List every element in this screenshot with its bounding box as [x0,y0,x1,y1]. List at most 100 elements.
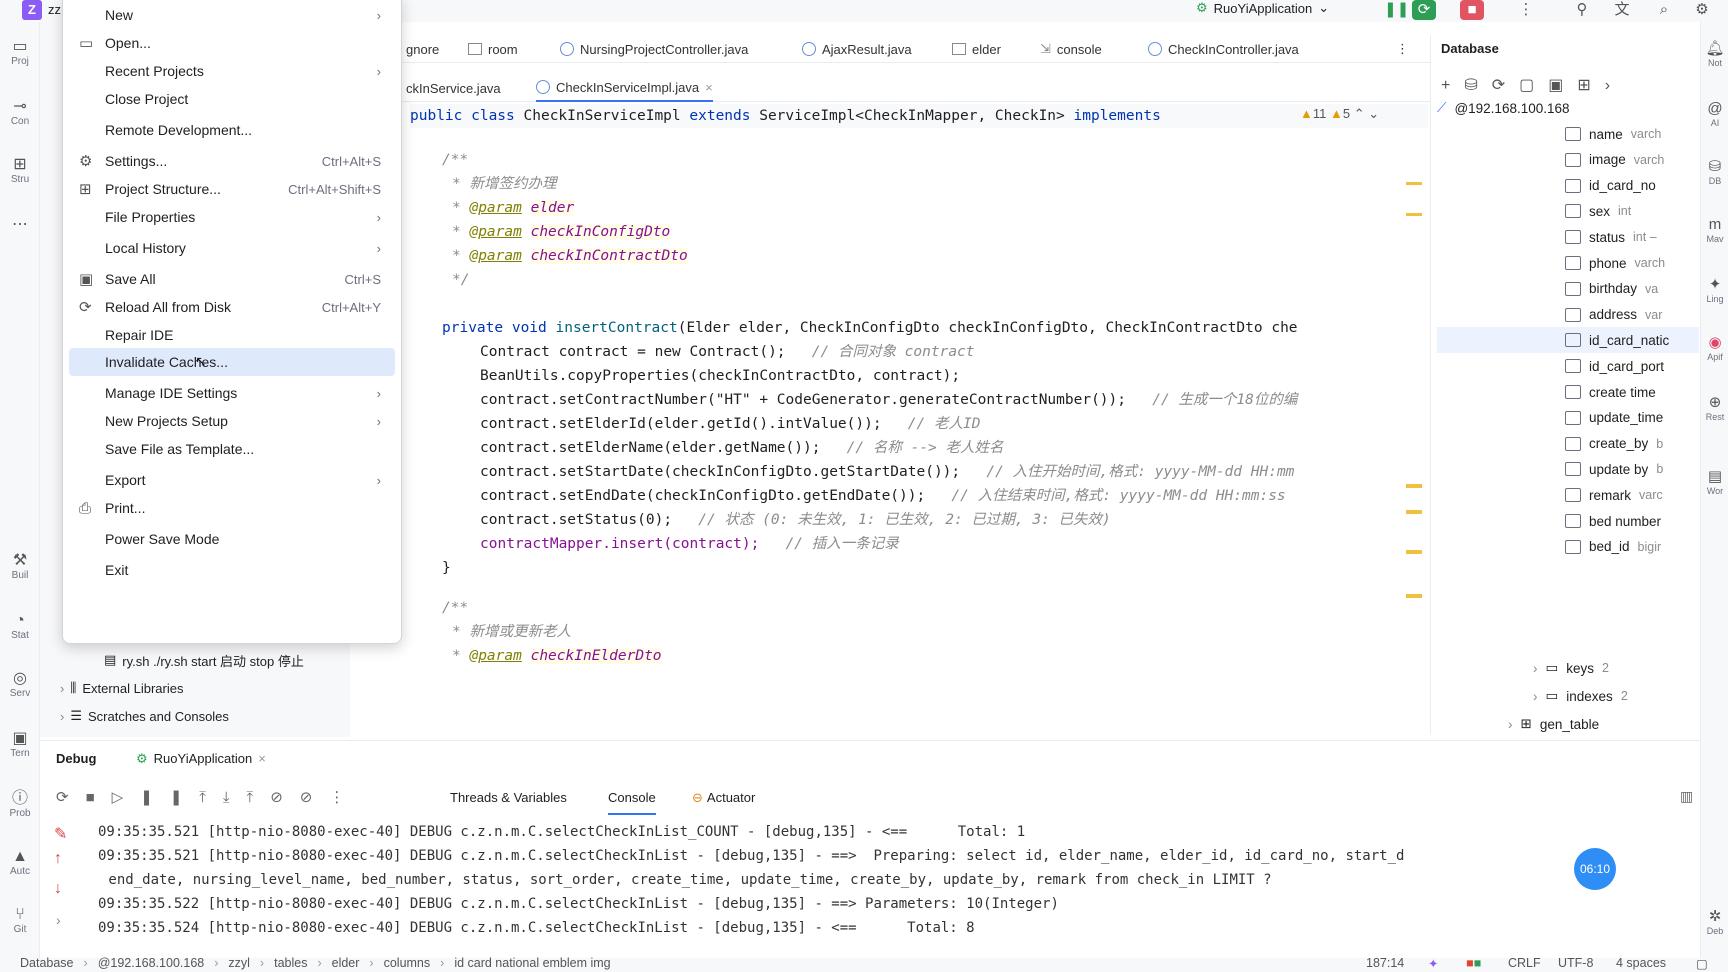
debug-button[interactable]: ⟳ [1412,0,1436,20]
tree-item-external-libraries[interactable]: › ⫼ External Libraries [60,676,183,700]
db-host[interactable]: ⟋ @192.168.100.168 [1437,95,1570,121]
breadcrumb-item[interactable]: id card national emblem img [454,956,610,970]
db-table-gen-table[interactable]: › ⊞ gen_table [1508,711,1600,737]
services-tool[interactable]: ◎ Serv [0,670,40,699]
db-column[interactable]: create_by b [1437,431,1699,457]
menu-item-new-projects-setup[interactable]: New Projects Setup › [69,407,395,435]
db-column[interactable]: address var [1437,302,1699,328]
menu-item-new[interactable]: New › [69,1,395,29]
console-output[interactable]: ✎ ↑ ↓ › 09:35:35.521 [http-nio-8080-exec… [40,818,1700,958]
db-column[interactable]: bed number [1437,508,1699,534]
db-column[interactable]: id_card_no [1437,173,1699,199]
menu-item-exit[interactable]: Exit [69,556,395,584]
menu-item-recent-projects[interactable]: Recent Projects › [69,57,395,85]
chevron-right-icon[interactable]: › [56,912,61,928]
debug-actions[interactable]: ⟳■▷❚❚⤒⤓⤒⊘⊘⋮ [56,788,361,806]
indent-setting[interactable]: 4 spaces [1616,956,1666,970]
db-tool[interactable]: ⛁ DB [1701,158,1728,186]
tab-ajax-result[interactable]: AjaxResult.java [802,35,912,63]
gear-icon[interactable]: ⚙ [1690,0,1714,20]
tab-nursing-controller[interactable]: NursingProjectController.java [560,35,748,63]
db-column[interactable]: remark varc [1437,482,1699,508]
lingma-tool[interactable]: ✦ Ling [1701,276,1728,304]
db-column[interactable]: create time [1437,379,1699,405]
translate-icon[interactable]: 文 [1610,0,1634,20]
menu-item-manage-ide-settings[interactable]: Manage IDE Settings › [69,379,395,407]
db-toolbar[interactable]: +⛁⟳▢▣⊞› [1441,75,1624,95]
notifications-tool[interactable]: 🔔︎ Not [1701,40,1728,68]
apifox-tool[interactable]: ◉ Apif [1701,334,1728,362]
code-editor[interactable]: public class CheckInServiceImpl extends … [350,104,1428,736]
breadcrumb-item[interactable]: Database [20,956,74,970]
auto-tool[interactable]: ▲ Autc [0,848,40,877]
arrow-up-icon[interactable]: ↑ [54,850,62,868]
project-name[interactable]: zz [48,2,61,17]
db-folder-indexes[interactable]: › ▭ indexes 2 [1533,683,1628,709]
tabs-more-icon[interactable]: ⋮ [1396,35,1409,63]
run-config-selector[interactable]: ⚙ RuoYiApplication ⌄ [1196,0,1329,16]
menu-item-repair-ide[interactable]: Repair IDE [69,321,395,349]
tab-threads-variables[interactable]: Threads & Variables [450,790,567,805]
problems-tool[interactable]: ⓘ Prob [0,790,40,819]
plugin-icon[interactable]: ✦ [1428,956,1438,971]
terminal-tool[interactable]: ▣ Tern [0,730,40,759]
breadcrumb-item[interactable]: elder [332,956,360,970]
breadcrumb-item[interactable]: zzyl [228,956,250,970]
breadcrumb-item[interactable]: columns [384,956,431,970]
more-tools[interactable]: ⋯ [0,216,40,234]
arrow-down-icon[interactable]: ↓ [54,880,62,898]
breadcrumb-item[interactable]: @192.168.100.168 [98,956,205,970]
tab-elder[interactable]: elder [952,35,1001,63]
tree-item-scratches[interactable]: › ☰ Scratches and Consoles [60,704,229,728]
maven-tool[interactable]: m Mav [1701,216,1728,244]
menu-item-open[interactable]: ▭ Open... [69,29,395,57]
menu-item-remote-development[interactable]: Remote Development... [69,116,395,144]
db-column[interactable]: id_card_port [1437,353,1699,379]
stop-button[interactable]: ■ [1460,0,1484,20]
layout-icon[interactable]: ▥ [1680,788,1693,805]
recording-timer[interactable]: 06:10 [1574,848,1616,890]
more-icon[interactable]: ⋮ [1514,0,1538,20]
menu-item-close-project[interactable]: Close Project [69,85,395,113]
git-tool[interactable]: ⑂ Git [0,906,40,935]
build-tool[interactable]: ⚒ Buil [0,552,40,581]
menu-item-reload-all-from-disk[interactable]: ⟳ Reload All from Disk Ctrl+Alt+Y [69,293,395,321]
db-folder-keys[interactable]: › ▭ keys 2 [1533,655,1609,681]
menu-item-settings[interactable]: ⚙ Settings... Ctrl+Alt+S [69,147,395,175]
tab-checkin-controller[interactable]: CheckInController.java [1148,35,1299,63]
tab-room[interactable]: room [468,35,518,63]
tab-checkin-service-impl[interactable]: CheckInServiceImpl.java × [536,74,713,102]
inspection-widget[interactable]: ▲11 ▲5 ⌃ ⌄ [1300,106,1379,122]
scroll-thumb[interactable] [1406,550,1422,598]
lock-icon[interactable]: ▢ [1696,956,1708,971]
menu-item-power-save-mode[interactable]: Power Save Mode [69,525,395,553]
breadcrumb-item[interactable]: tables [274,956,307,970]
menu-item-save-all[interactable]: ▣ Save All Ctrl+S [69,265,395,293]
debug-tool[interactable]: ✲ Deb [1701,908,1728,936]
close-icon[interactable]: × [705,80,713,95]
ai-tool[interactable]: @ AI [1701,100,1728,128]
project-logo[interactable]: Z [22,0,42,20]
debug-session-tab[interactable]: ⚙ RuoYiApplication × [136,751,266,767]
db-column[interactable]: id_card_natic [1437,327,1699,354]
structure-tool[interactable]: ⊞ Stru [0,156,40,185]
db-column[interactable]: sex int [1437,198,1699,224]
tab-checkin-service[interactable]: ckInService.java [406,74,501,102]
db-column[interactable]: phone varch [1437,250,1699,276]
db-column[interactable]: update_time [1437,405,1699,431]
menu-item-save-file-as-template[interactable]: Save File as Template... [69,435,395,463]
tab-actuator[interactable]: ⊖ Actuator [692,790,755,806]
menu-item-local-history[interactable]: Local History › [69,234,395,262]
menu-item-project-structure[interactable]: ⊞ Project Structure... Ctrl+Alt+Shift+S [69,175,395,203]
windows-icon[interactable]: ■■ [1466,956,1481,970]
rest-tool[interactable]: ⊕ Rest [1701,394,1728,422]
db-column[interactable]: update by b [1437,456,1699,482]
commit-tool[interactable]: ⊸ Con [0,98,40,127]
menu-item-invalidate-caches[interactable]: Invalidate Caches... [69,348,395,376]
db-column[interactable]: name varch [1437,121,1699,147]
search-icon[interactable]: ⌕ [1652,0,1676,20]
db-column[interactable]: image varch [1437,147,1699,173]
menu-item-print[interactable]: ⎙ Print... [69,494,395,522]
word-tool[interactable]: ▤ Wor [1701,468,1728,496]
db-column[interactable]: birthday va [1437,276,1699,302]
